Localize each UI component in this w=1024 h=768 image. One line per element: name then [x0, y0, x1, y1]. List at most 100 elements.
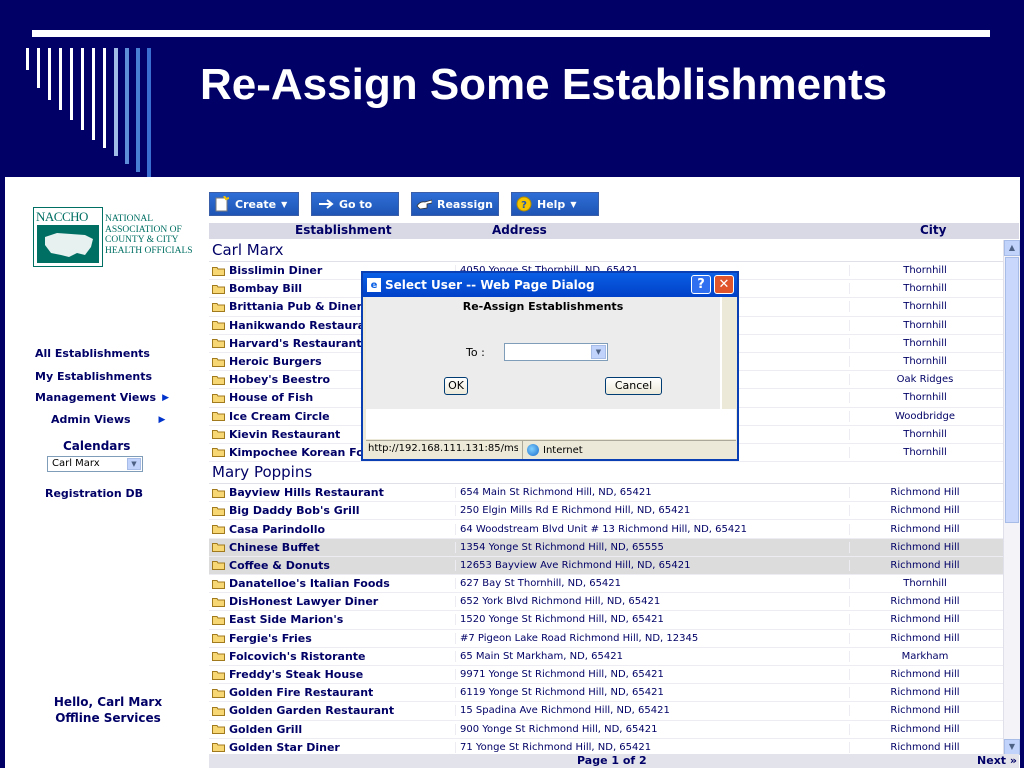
establishment-name[interactable]: Heroic Burgers	[229, 355, 322, 368]
dialog-close-button[interactable]: ✕	[714, 275, 734, 294]
establishment-name[interactable]: Big Daddy Bob's Grill	[229, 504, 360, 517]
nav-all-establishments[interactable]: All Establishments	[35, 347, 150, 360]
column-header-city[interactable]: City	[920, 223, 946, 237]
establishment-name[interactable]: Folcovich's Ristorante	[229, 650, 366, 663]
calendar-user-select[interactable]: Carl Marx ▼	[47, 456, 143, 472]
establishment-cell[interactable]: East Side Marion's	[209, 613, 455, 626]
establishment-name[interactable]: Brittania Pub & Diner	[229, 300, 362, 313]
establishment-cell[interactable]: Golden Star Diner	[209, 741, 455, 754]
establishment-cell[interactable]: Big Daddy Bob's Grill	[209, 504, 455, 517]
establishment-name[interactable]: Kimpochee Korean Food	[229, 446, 379, 459]
offline-services-link[interactable]: Offline Services	[55, 711, 161, 725]
establishment-name[interactable]: Hanikwando Restaurant	[229, 319, 378, 332]
logo-line: Association of	[105, 224, 182, 235]
table-row[interactable]: Coffee & Donuts 12653 Bayview Ave Richmo…	[209, 556, 1003, 575]
establishment-name[interactable]: Chinese Buffet	[229, 541, 320, 554]
table-row[interactable]: East Side Marion's 1520 Yonge St Richmon…	[209, 611, 1003, 630]
establishment-cell[interactable]: Golden Fire Restaurant	[209, 686, 455, 699]
table-row[interactable]: Casa Parindollo 64 Woodstream Blvd Unit …	[209, 520, 1003, 539]
nav-my-establishments[interactable]: My Establishments	[35, 370, 152, 383]
next-page-link[interactable]: Next »	[977, 754, 1017, 767]
address-cell: 1354 Yonge St Richmond Hill, ND, 65555	[455, 541, 849, 553]
establishment-cell[interactable]: Danatelloe's Italian Foods	[209, 577, 455, 590]
assign-to-select[interactable]: ▼	[504, 343, 608, 361]
table-row[interactable]: Big Daddy Bob's Grill 250 Elgin Mills Rd…	[209, 502, 1003, 521]
establishment-name[interactable]: Kievin Restaurant	[229, 428, 340, 441]
help-label: Help	[537, 197, 566, 211]
establishment-name[interactable]: Harvard's Restaurant	[229, 337, 362, 350]
table-row[interactable]: Golden Star Diner 71 Yonge St Richmond H…	[209, 739, 1003, 755]
table-row[interactable]: Golden Grill 900 Yonge St Richmond Hill,…	[209, 721, 1003, 739]
nav-management-views[interactable]: Management Views ▶	[35, 391, 169, 404]
city-cell: Richmond Hill	[849, 523, 1000, 535]
table-row[interactable]: Golden Fire Restaurant 6119 Yonge St Ric…	[209, 684, 1003, 703]
establishment-cell[interactable]: Freddy's Steak House	[209, 668, 455, 681]
scroll-up-icon[interactable]: ▲	[1004, 240, 1020, 256]
folder-icon	[212, 742, 225, 753]
folder-icon	[212, 597, 225, 607]
establishment-cell[interactable]: Casa Parindollo	[209, 523, 455, 536]
establishment-cell[interactable]: Golden Garden Restaurant	[209, 704, 455, 717]
ie-window-icon: e	[367, 278, 381, 292]
dialog-blank-area	[366, 409, 736, 439]
table-row[interactable]: Chinese Buffet 1354 Yonge St Richmond Hi…	[209, 538, 1003, 557]
establishment-name[interactable]: Hobey's Beestro	[229, 373, 330, 386]
table-row[interactable]: Folcovich's Ristorante 65 Main St Markha…	[209, 648, 1003, 666]
establishment-name[interactable]: Ice Cream Circle	[229, 410, 330, 423]
establishment-name[interactable]: Bisslimin Diner	[229, 264, 322, 277]
establishment-name[interactable]: Golden Garden Restaurant	[229, 704, 394, 717]
establishment-name[interactable]: Bombay Bill	[229, 282, 302, 295]
cancel-button[interactable]: Cancel	[605, 377, 662, 395]
establishment-cell[interactable]: Folcovich's Ristorante	[209, 650, 455, 663]
table-scrollbar[interactable]: ▲ ▼	[1003, 240, 1020, 755]
establishment-name[interactable]: Danatelloe's Italian Foods	[229, 577, 390, 590]
column-header-establishment[interactable]: Establishment	[295, 223, 392, 237]
establishment-cell[interactable]: Golden Grill	[209, 723, 455, 736]
logo-wordmark: NACCHO	[36, 209, 88, 224]
folder-icon	[212, 633, 225, 644]
slide-top-rule	[32, 30, 990, 37]
table-row[interactable]: DisHonest Lawyer Diner 652 York Blvd Ric…	[209, 593, 1003, 612]
table-row[interactable]: Bayview Hills Restaurant 654 Main St Ric…	[209, 484, 1003, 503]
reassign-button[interactable]: Reassign	[411, 192, 499, 216]
nav-admin-views[interactable]: Admin Views ▶	[51, 413, 165, 426]
city-cell: Thornhill	[849, 392, 1000, 404]
folder-icon	[212, 506, 225, 516]
establishment-name[interactable]: Fergie's Fries	[229, 632, 312, 645]
establishment-name[interactable]: East Side Marion's	[229, 613, 343, 626]
goto-button[interactable]: Go to	[311, 192, 399, 216]
create-button[interactable]: Create ▼	[209, 192, 299, 216]
chevron-down-icon: ▼	[570, 199, 577, 209]
establishment-name[interactable]: Bayview Hills Restaurant	[229, 486, 384, 499]
chevron-down-icon[interactable]: ▼	[591, 345, 606, 359]
city-cell: Richmond Hill	[849, 541, 1000, 553]
ok-button[interactable]: OK	[444, 377, 468, 395]
table-row[interactable]: Fergie's Fries #7 Pigeon Lake Road Richm…	[209, 630, 1003, 648]
city-cell: Richmond Hill	[849, 505, 1000, 517]
table-row[interactable]: Golden Garden Restaurant 15 Spadina Ave …	[209, 702, 1003, 721]
establishment-cell[interactable]: Bayview Hills Restaurant	[209, 486, 455, 499]
column-header-address[interactable]: Address	[492, 223, 547, 237]
establishment-name[interactable]: Coffee & Donuts	[229, 559, 330, 572]
establishment-name[interactable]: Casa Parindollo	[229, 523, 325, 536]
scrollbar-thumb[interactable]	[1005, 257, 1019, 523]
establishment-name[interactable]: Golden Fire Restaurant	[229, 686, 373, 699]
establishment-name[interactable]: House of Fish	[229, 391, 313, 404]
table-row[interactable]: Freddy's Steak House 9971 Yonge St Richm…	[209, 666, 1003, 685]
establishment-cell[interactable]: Coffee & Donuts	[209, 559, 455, 572]
establishment-name[interactable]: DisHonest Lawyer Diner	[229, 595, 378, 608]
dialog-titlebar[interactable]: e Select User -- Web Page Dialog ? ✕	[363, 273, 737, 297]
dialog-help-button[interactable]: ?	[691, 275, 711, 294]
establishment-name[interactable]: Freddy's Steak House	[229, 668, 363, 681]
establishment-cell[interactable]: Fergie's Fries	[209, 632, 455, 645]
folder-icon	[212, 688, 225, 698]
establishment-name[interactable]: Golden Grill	[229, 723, 302, 736]
chevron-down-icon[interactable]: ▼	[127, 458, 141, 470]
scroll-down-icon[interactable]: ▼	[1004, 739, 1020, 755]
table-row[interactable]: Danatelloe's Italian Foods 627 Bay St Th…	[209, 575, 1003, 594]
nav-registration-db[interactable]: Registration DB	[45, 487, 143, 500]
establishment-cell[interactable]: Chinese Buffet	[209, 541, 455, 554]
help-button[interactable]: ? Help ▼	[511, 192, 599, 216]
establishment-name[interactable]: Golden Star Diner	[229, 741, 340, 754]
establishment-cell[interactable]: DisHonest Lawyer Diner	[209, 595, 455, 608]
